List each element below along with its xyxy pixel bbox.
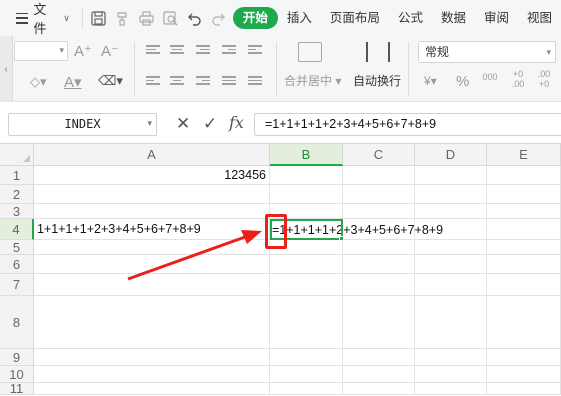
annotation-arrow — [127, 230, 262, 281]
arrow-shaft — [127, 235, 246, 281]
arrow-head — [241, 230, 262, 244]
